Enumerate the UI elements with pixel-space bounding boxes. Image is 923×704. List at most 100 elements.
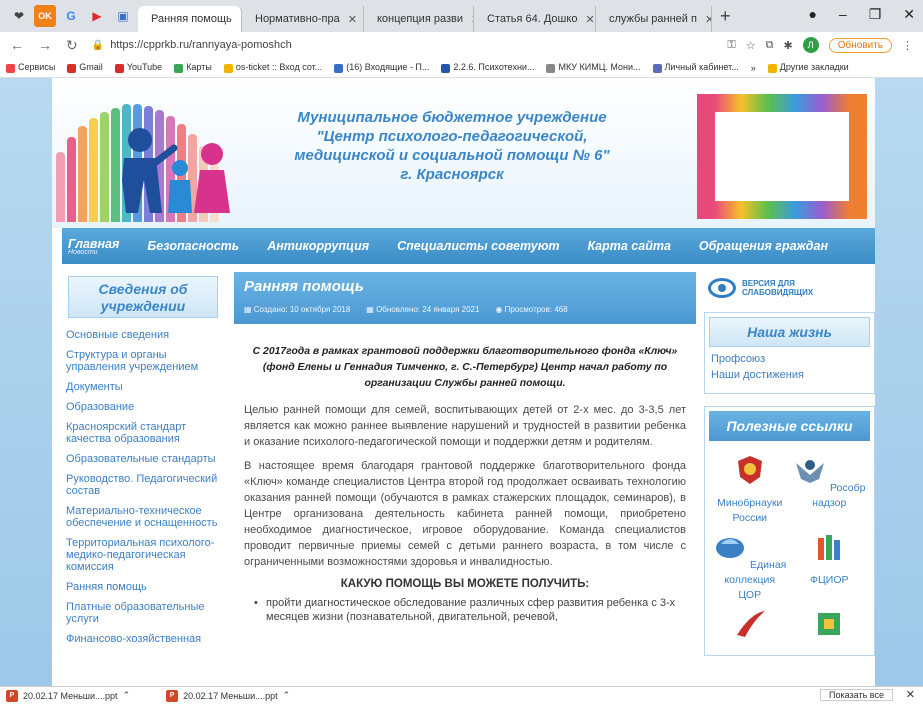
bookmark-kimc[interactable]: МКУ КИМЦ. Мони...	[546, 62, 641, 73]
our-life-link[interactable]: Профсоюз	[705, 351, 874, 367]
star-icon[interactable]: ☆	[746, 39, 756, 52]
meta-text: Обновлено: 24 января 2021	[376, 305, 480, 314]
bookmark-maps[interactable]: Карты	[174, 62, 212, 73]
bookmark-label: Gmail	[79, 62, 103, 73]
new-tab-button[interactable]: +	[720, 6, 731, 27]
update-button[interactable]: Обновить	[828, 37, 892, 53]
sidebar-item[interactable]: Красноярский стандарт качества образован…	[62, 420, 224, 446]
puzzle-frame-image	[697, 94, 867, 219]
close-window-button[interactable]: ✕	[903, 6, 915, 23]
download-item[interactable]: P 20.02.17 Меньши....ppt ⌃	[166, 689, 320, 702]
close-icon[interactable]: ✕	[585, 13, 594, 26]
family-icon	[122, 128, 230, 213]
tab-active[interactable]: Ранняя помощь ✕	[138, 6, 242, 32]
our-life-heading: Наша жизнь	[709, 317, 870, 347]
menu-dots-icon[interactable]: ⋮	[902, 39, 913, 52]
bookmarks-more[interactable]: »	[751, 63, 756, 73]
key-icon[interactable]: ⚿	[727, 39, 735, 52]
our-life-link[interactable]: Наши достижения	[705, 367, 874, 383]
restore-button[interactable]: ❐	[869, 6, 882, 23]
download-filename: 20.02.17 Меньши....ppt	[23, 690, 118, 701]
close-icon[interactable]: ✕	[705, 13, 711, 26]
bookmark-label: МКУ КИМЦ. Мони...	[558, 62, 641, 73]
menu-item-specialists[interactable]: Специалисты советуют	[383, 239, 573, 253]
bookmark-inbox[interactable]: (16) Входящие - П...	[334, 62, 429, 73]
reload-icon[interactable]: ↻	[66, 37, 78, 54]
article: Ранняя помощь ▦ Создано: 10 октября 2018…	[234, 272, 696, 686]
apps-icon	[6, 63, 15, 73]
sidebar-item[interactable]: Документы	[62, 380, 224, 394]
article-lead: С 2017года в рамках грантовой поддержки …	[252, 346, 678, 389]
bookmark-cabinet[interactable]: Личный кабинет...	[652, 62, 739, 73]
bookmark-label: YouTube	[126, 62, 163, 73]
link-fcior[interactable]: ФЦИОР	[793, 530, 867, 603]
bookmark-psychotech[interactable]: 2.2.6. Психотехни...	[441, 62, 534, 73]
eye-icon	[708, 278, 736, 298]
chevron-up-icon[interactable]: ⌃	[283, 690, 291, 701]
menu-item-sitemap[interactable]: Карта сайта	[573, 239, 684, 253]
tab[interactable]: Нормативно-пра ✕	[242, 6, 364, 32]
menu-item-home[interactable]: Главная Новости	[62, 237, 133, 256]
sidebar-item[interactable]: Ранняя помощь	[62, 580, 224, 594]
link-more[interactable]	[793, 607, 867, 650]
meta-text: Создано: 10 октября 2018	[253, 305, 351, 314]
avatar[interactable]: Л	[802, 37, 819, 53]
ppt-file-icon: P	[166, 689, 179, 702]
bookmark-apps[interactable]: Сервисы	[6, 62, 55, 73]
show-all-button[interactable]: Показать все	[820, 689, 893, 701]
menu-item-security[interactable]: Безопасность	[133, 239, 253, 253]
sidebar-item[interactable]: Образовательные стандарты	[62, 452, 224, 466]
menu-item-anticorruption[interactable]: Антикоррупция	[253, 239, 383, 253]
tab-ok[interactable]: OK	[34, 5, 56, 27]
link-minobrnauki[interactable]: Минобрнауки России	[713, 453, 787, 526]
forward-icon[interactable]: →	[38, 37, 52, 53]
chevron-up-icon[interactable]: ⌃	[123, 690, 131, 701]
sidebar-item[interactable]: Основные сведения	[62, 328, 224, 342]
sidebar-item[interactable]: Структура и органы управления учреждение…	[62, 348, 224, 374]
bookmarks-bar: Сервисы Gmail YouTube Карты os-ticket ::…	[0, 58, 923, 78]
bookmark-gmail[interactable]: Gmail	[67, 62, 103, 73]
tab-pinned-icon[interactable]: ▣	[112, 5, 134, 27]
article-paragraph: В настоящее время благодаря грантовой по…	[244, 460, 686, 568]
swoosh-logo-icon	[736, 611, 765, 637]
download-item[interactable]: P 20.02.17 Меньши....ppt ⌃	[6, 689, 160, 702]
sidebar-item[interactable]: Финансово-хозяйственная	[62, 632, 224, 646]
link-rosobrnadzor[interactable]: Рособр надзор	[793, 453, 867, 526]
back-icon[interactable]: ←	[10, 37, 24, 53]
youtube-tab-icon[interactable]: ▶	[86, 5, 108, 27]
cube-logo-icon	[818, 613, 841, 635]
puzzle-center	[715, 112, 849, 201]
bookmark-youtube[interactable]: YouTube	[114, 62, 163, 73]
menu-item-appeals[interactable]: Обращения граждан	[685, 239, 842, 253]
pencil	[56, 152, 65, 222]
sidebar-item[interactable]: Руководство. Педагогический состав	[62, 472, 224, 498]
tab-google[interactable]: G	[60, 5, 82, 27]
useful-links-grid: Минобрнауки России Рособр надзор Единая …	[705, 445, 874, 658]
tab[interactable]: службы ранней п ✕	[596, 6, 712, 32]
bookmark-osticket[interactable]: os-ticket :: Вход сот...	[223, 62, 322, 73]
close-icon[interactable]: ✕	[348, 13, 357, 26]
link-cor-collection[interactable]: Единая коллекция ЦОР	[713, 530, 787, 603]
other-bookmarks[interactable]: Другие закладки	[767, 62, 849, 73]
puzzle-icon[interactable]: ✱	[784, 39, 793, 52]
address-bar: ← → ↻ 🔒 https://cpprkb.ru/rannyaya-pomos…	[0, 32, 923, 58]
link-more[interactable]	[713, 607, 787, 650]
close-icon[interactable]: ✕	[906, 688, 915, 701]
sidebar-item[interactable]: Территориальная психолого-медико-педагог…	[62, 536, 224, 574]
record-icon[interactable]: ●	[808, 6, 816, 23]
sidebar-item[interactable]: Платные образовательные услуги	[62, 600, 224, 626]
sidebar-item[interactable]: Образование	[62, 400, 224, 414]
low-vision-button[interactable]: ВЕРСИЯ ДЛЯ СЛАБОВИДЯЩИХ	[708, 278, 875, 298]
site-icon	[546, 63, 556, 73]
collection-logo-icon	[716, 538, 745, 558]
url-field[interactable]: https://cpprkb.ru/rannyaya-pomoshch	[110, 39, 727, 51]
site-header: Муниципальное бюджетное учреждение "Цент…	[52, 78, 875, 228]
pocket-icon[interactable]: ❤	[8, 5, 30, 27]
sidebar-item[interactable]: Материально-техническое обеспечение и ос…	[62, 504, 224, 530]
tab[interactable]: Статья 64. Дошко ✕	[474, 6, 596, 32]
tab[interactable]: концепция разви ✕	[364, 6, 474, 32]
pencil	[78, 126, 87, 222]
pencil	[100, 112, 109, 222]
extension-icon[interactable]: ⧉	[766, 39, 774, 52]
minimize-button[interactable]: –	[839, 6, 847, 23]
